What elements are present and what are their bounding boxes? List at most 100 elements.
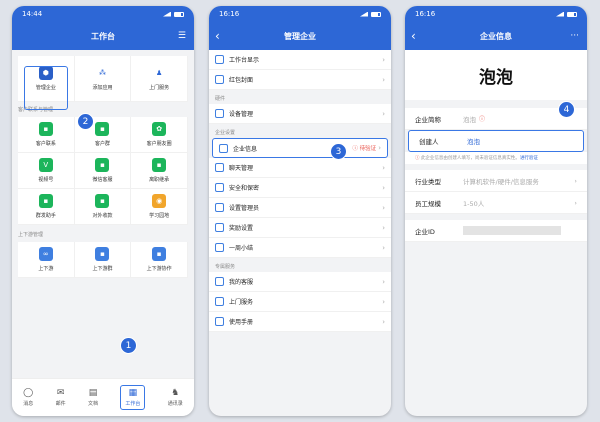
app-item[interactable]: ▪ 群发助手 — [18, 189, 75, 225]
apps-icon: ⁂ — [98, 69, 106, 77]
signal-icon — [163, 11, 171, 17]
row-onsite[interactable]: 上门服务 › — [209, 292, 391, 312]
signal-icon — [556, 11, 564, 17]
chat-icon: ▪ — [38, 122, 53, 136]
settings-icon[interactable]: ☰ — [178, 31, 186, 41]
mail-icon: ✉ — [56, 388, 65, 398]
person-icon — [215, 297, 224, 306]
status-time: 14:44 — [22, 10, 43, 18]
contacts-icon: ♞ — [171, 388, 180, 398]
step-badge: 2 — [77, 113, 94, 130]
status-bar: 16:16 — [405, 6, 587, 22]
phone-manage-company: 16:16 ‹ 管理企业 工作台显示 › 红包封面 › 硬件 设备管理 › 企业设置 … — [209, 6, 391, 416]
payment-icon: ▪ — [95, 194, 110, 208]
row-my-service[interactable]: 我的客服 › — [209, 272, 391, 292]
row-creator[interactable]: 创建人 泡泡 — [408, 130, 584, 152]
chat-icon — [215, 163, 224, 172]
battery-icon — [174, 11, 184, 17]
customer-apps: ▪ 客户联系 ▪ 客户群 ✿ 客户朋友圈 V 视频号 ▪ 微信客服 ▪ 离职继承 ▪ 群发助手… — [18, 117, 188, 225]
row-company-info[interactable]: 企业信息 ⓘ 待验证 › — [212, 138, 388, 158]
warning-text: ⓘ 此企业信息由创建人填写，尚未验证信息真实性。进行验证 — [405, 152, 587, 164]
doc-icon: ▤ — [88, 388, 98, 398]
add-app-button[interactable]: ⁂ 添加应用 — [74, 56, 132, 102]
row-company-id: 企业ID — [405, 220, 587, 242]
status-time: 16:16 — [415, 10, 436, 18]
group-icon: ▪ — [95, 122, 110, 136]
tab-mail[interactable]: ✉ 邮件 — [56, 388, 66, 407]
section-title: 硬件 — [215, 96, 226, 102]
tab-docs[interactable]: ▤ 文档 — [88, 388, 98, 407]
nav-bar: ‹ 管理企业 — [209, 22, 391, 50]
app-item[interactable]: ▪ 客户联系 — [18, 117, 75, 153]
highlight-manage-company — [24, 66, 68, 110]
packet-icon — [215, 75, 224, 84]
chevron-right-icon: › — [382, 317, 385, 326]
nav-bar: 工作台 ☰ — [12, 22, 194, 50]
chevron-right-icon: › — [382, 109, 385, 118]
chevron-right-icon: › — [382, 75, 385, 84]
admin-icon — [215, 203, 224, 212]
tab-messages[interactable]: ◯ 消息 — [23, 388, 33, 407]
broadcast-icon: ▪ — [38, 194, 53, 208]
row-staff[interactable]: 员工规模 1-50人 › — [405, 192, 587, 214]
row-red-packet[interactable]: 红包封面 › — [209, 70, 391, 90]
back-icon[interactable]: ‹ — [215, 29, 220, 43]
shield-icon — [215, 183, 224, 192]
collab-icon: ▪ — [152, 247, 167, 261]
app-item[interactable]: V 视频号 — [18, 153, 75, 189]
handover-icon: ▪ — [152, 158, 167, 172]
status-bar: 16:16 — [209, 6, 391, 22]
battery-icon — [567, 11, 577, 17]
learn-icon: ◉ — [152, 194, 167, 208]
row-rewards[interactable]: 奖励设置 › — [209, 218, 391, 238]
display-icon — [215, 55, 224, 64]
more-icon[interactable]: ··· — [570, 31, 579, 41]
back-icon[interactable]: ‹ — [411, 29, 416, 43]
row-workbench-display[interactable]: 工作台显示 › — [209, 50, 391, 70]
group-icon: ▪ — [95, 247, 110, 261]
status-bar: 14:44 — [12, 6, 194, 22]
section-title: 企业设置 — [215, 130, 236, 136]
app-item[interactable]: ▪ 微信客服 — [74, 153, 132, 189]
row-chat[interactable]: 聊天管理 › — [209, 158, 391, 178]
app-item[interactable]: ∞ 上下游 — [18, 242, 75, 278]
pending-badge: ⓘ 待验证 — [352, 146, 377, 152]
row-admin[interactable]: 设置管理员 › — [209, 198, 391, 218]
battery-icon — [371, 11, 381, 17]
app-item[interactable]: ▪ 上下游协作 — [131, 242, 188, 278]
tab-contacts[interactable]: ♞ 通讯录 — [168, 388, 183, 407]
page-title: 管理企业 — [284, 31, 316, 41]
onsite-service-button[interactable]: ♟ 上门服务 — [131, 56, 188, 102]
service-icon: ▪ — [95, 158, 110, 172]
row-device[interactable]: 设备管理 › — [209, 104, 391, 124]
company-name: 泡泡 — [405, 50, 587, 100]
step-badge: 1 — [120, 337, 137, 354]
signal-icon — [360, 11, 368, 17]
chevron-right-icon: › — [574, 198, 577, 207]
app-item[interactable]: ◉ 学习园地 — [131, 189, 188, 225]
reward-icon — [215, 223, 224, 232]
tab-workbench[interactable]: ▦ 工作台 — [120, 385, 146, 410]
row-weekly[interactable]: 一周小结 › — [209, 238, 391, 258]
row-security[interactable]: 安全和保密 › — [209, 178, 391, 198]
building-icon — [219, 143, 228, 153]
phone-company-info: 16:16 ‹ 企业信息 ··· 泡泡 企业简称 泡泡 ⓘ 创建人 泡泡 ⓘ 此… — [405, 6, 587, 416]
link-icon: ∞ — [38, 247, 53, 261]
tab-bar: ◯ 消息 ✉ 邮件 ▤ 文档 ▦ 工作台 ♞ 通讯录 — [12, 378, 194, 416]
app-item[interactable]: ▪ 对外收款 — [74, 189, 132, 225]
chevron-right-icon: › — [378, 144, 381, 152]
app-item[interactable]: ✿ 客户朋友圈 — [131, 117, 188, 153]
bulb-icon — [215, 317, 224, 326]
app-item[interactable]: ▪ 上下游群 — [74, 242, 132, 278]
row-manual[interactable]: 使用手册 › — [209, 312, 391, 332]
moments-icon: ✿ — [152, 122, 167, 136]
app-item[interactable]: ▪ 离职继承 — [131, 153, 188, 189]
headset-icon — [215, 277, 224, 286]
section-title: 上下游管理 — [18, 232, 44, 238]
nav-bar: ‹ 企业信息 ··· — [405, 22, 587, 50]
row-industry[interactable]: 行业类型 计算机软件/硬件/信息服务 › — [405, 170, 587, 192]
chevron-right-icon: › — [382, 297, 385, 306]
section-title: 专属服务 — [215, 264, 236, 270]
verify-link[interactable]: 进行验证 — [520, 156, 538, 161]
page-title: 企业信息 — [480, 31, 512, 41]
